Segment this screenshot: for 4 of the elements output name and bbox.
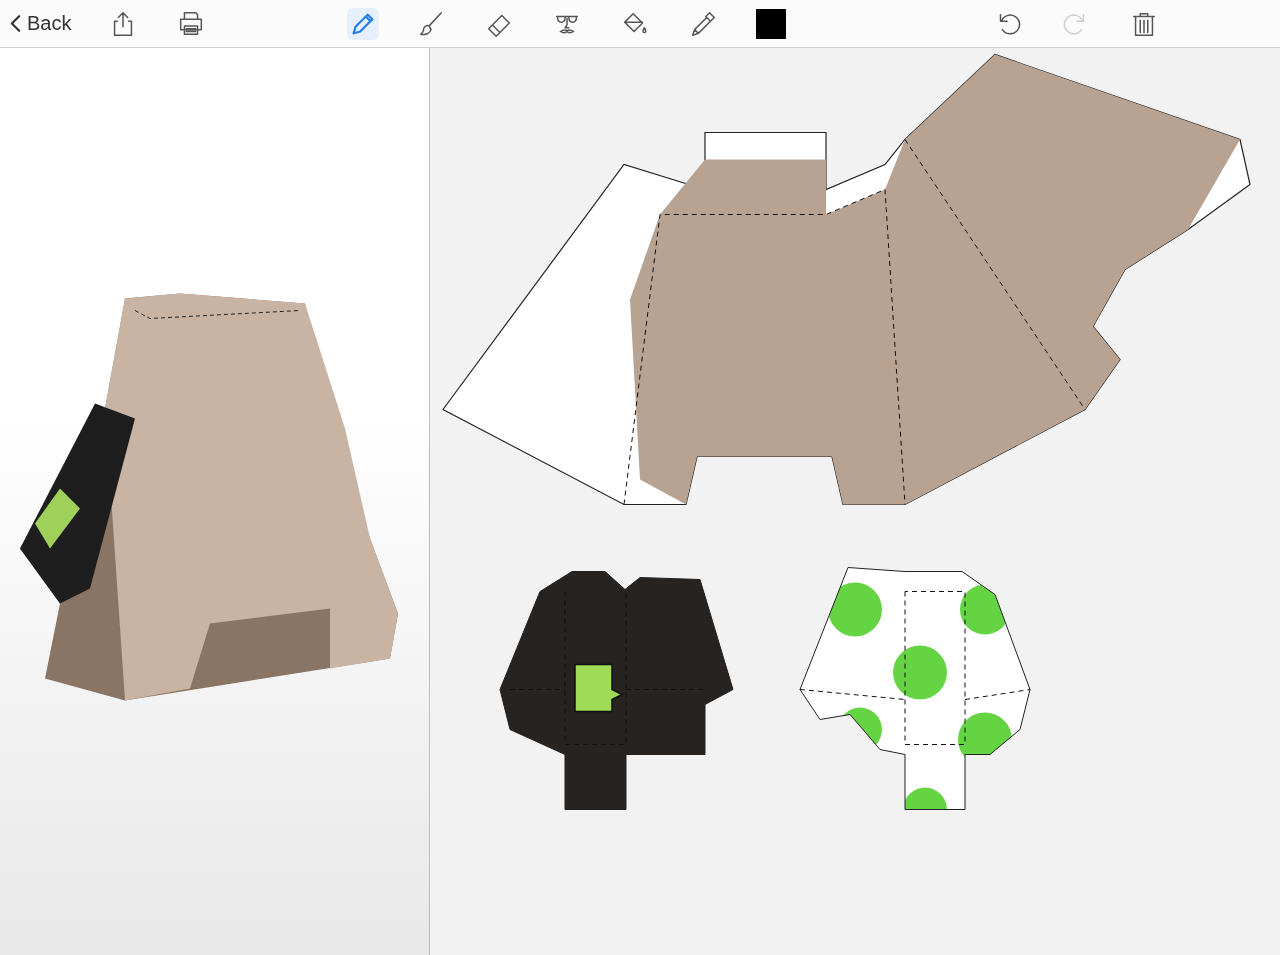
pencil-icon[interactable] — [347, 7, 380, 40]
back-button[interactable]: Back — [10, 7, 72, 40]
chevron-left-icon — [10, 14, 21, 33]
color-swatch[interactable] — [755, 7, 788, 40]
